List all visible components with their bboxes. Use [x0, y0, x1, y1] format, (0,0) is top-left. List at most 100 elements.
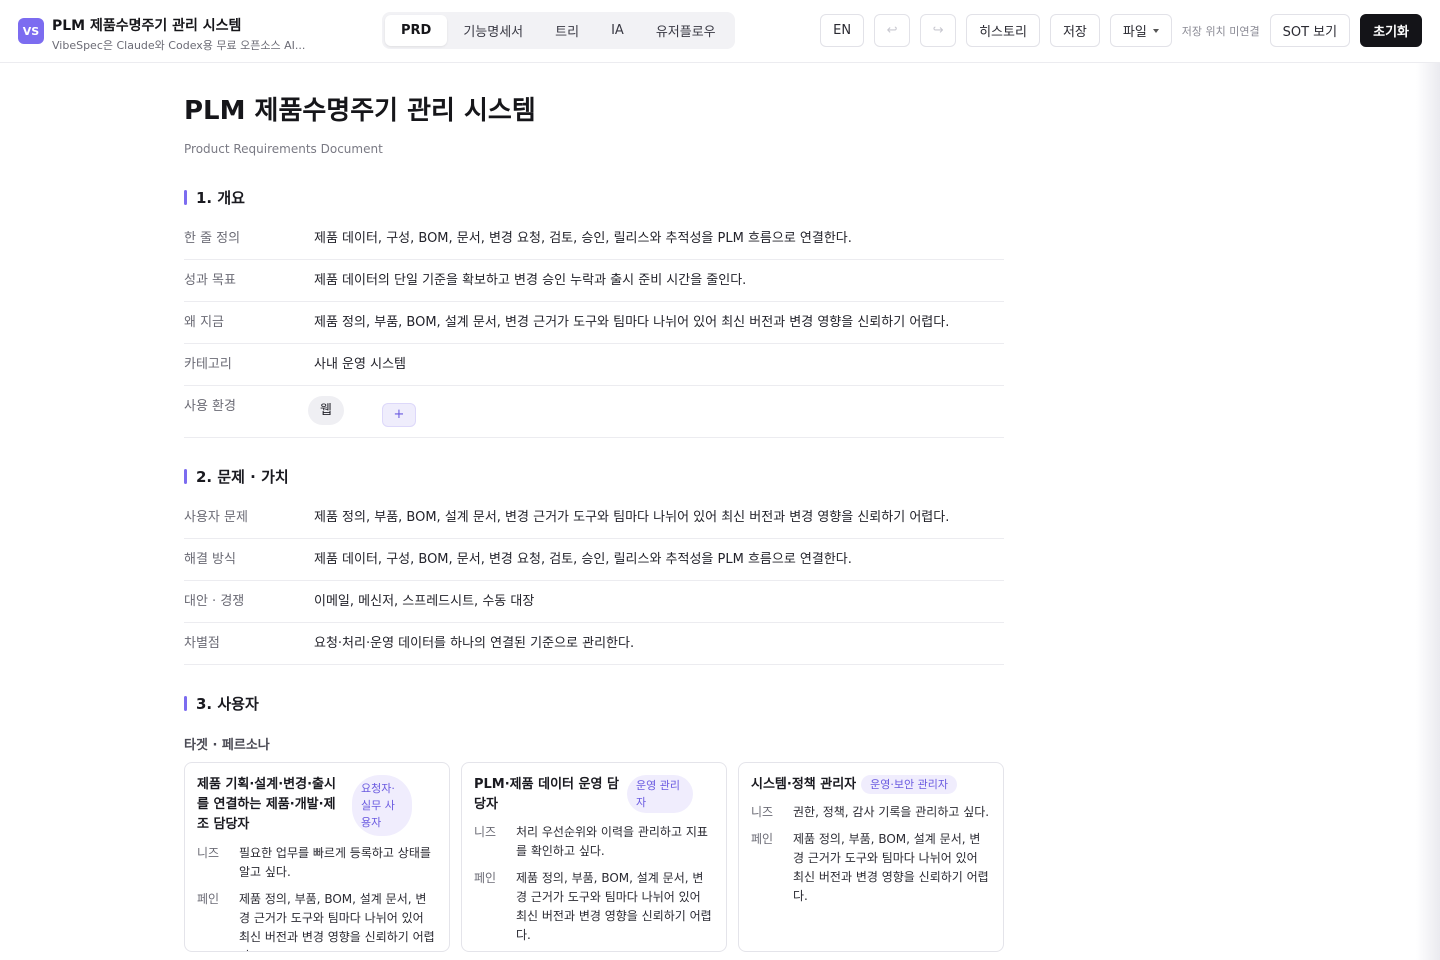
- top-bar: VS PLM 제품수명주기 관리 시스템 VibeSpec은 Claude와 C…: [0, 0, 1440, 63]
- header-actions: EN ↩ ↪ 히스토리 저장 파일 저장 위치 미연결 SOT 보기 초기화: [810, 14, 1422, 47]
- persona-pain: 페인 제품 정의, 부품, BOM, 설계 문서, 변경 근거가 도구와 팀마다…: [197, 890, 437, 951]
- document-title[interactable]: PLM 제품수명주기 관리 시스템: [184, 95, 1004, 127]
- environment-chip-web[interactable]: 웹: [308, 396, 344, 425]
- brand: VS PLM 제품수명주기 관리 시스템 VibeSpec은 Claude와 C…: [18, 17, 332, 54]
- field-label: 왜 지금: [184, 315, 225, 330]
- field-value[interactable]: 제품 데이터, 구성, BOM, 문서, 변경 요청, 검토, 승인, 릴리스와…: [314, 228, 1004, 249]
- persona-card[interactable]: 제품 기획·설계·변경·출시를 연결하는 제품·개발·제조 담당자 요청자·실무…: [184, 762, 450, 952]
- field-row-environment: 사용 환경 웹 +: [184, 386, 1004, 438]
- field-label: 카테고리: [184, 357, 232, 372]
- document-subtitle: Product Requirements Document: [184, 142, 383, 156]
- app-title: PLM 제품수명주기 관리 시스템: [52, 18, 242, 34]
- persona-title: 제품 기획·설계·변경·출시를 연결하는 제품·개발·제조 담당자: [197, 777, 336, 832]
- prd-document: PLM 제품수명주기 관리 시스템 Product Requirements D…: [184, 63, 1004, 952]
- needs-text: 권한, 정책, 감사 기록을 관리하고 싶다.: [793, 805, 990, 819]
- pain-text: 제품 정의, 부품, BOM, 설계 문서, 변경 근거가 도구와 팀마다 나뉘…: [793, 832, 989, 903]
- persona-role-badge: 운영·보안 관리자: [861, 775, 957, 794]
- section-accent-bar: [184, 190, 187, 205]
- needs-label: 니즈: [474, 825, 497, 839]
- persona-card-header: 제품 기획·설계·변경·출시를 연결하는 제품·개발·제조 담당자 요청자·실무…: [197, 775, 437, 836]
- file-menu-label: 파일: [1122, 25, 1147, 40]
- sot-view-button[interactable]: SOT 보기: [1269, 14, 1351, 47]
- section-title: 2. 문제 · 가치: [196, 468, 289, 486]
- overview-fields: 한 줄 정의 제품 데이터, 구성, BOM, 문서, 변경 요청, 검토, 승…: [184, 228, 1004, 438]
- persona-needs: 니즈 처리 우선순위와 이력을 관리하고 지표를 확인하고 싶다.: [474, 823, 714, 861]
- section-accent-bar: [184, 696, 187, 711]
- right-panel-edge: [1416, 63, 1440, 960]
- field-label: 사용자 문제: [184, 510, 248, 525]
- file-menu-button[interactable]: 파일: [1109, 14, 1172, 47]
- section-heading-overview: 1. 개요: [184, 187, 1004, 208]
- environment-chips: 웹 +: [308, 396, 1004, 427]
- redo-icon: ↪: [932, 23, 944, 38]
- field-label: 해결 방식: [184, 552, 236, 567]
- field-row: 대안 · 경쟁 이메일, 메신저, 스프레드시트, 수동 대장: [184, 581, 1004, 623]
- field-row: 사용자 문제 제품 정의, 부품, BOM, 설계 문서, 변경 근거가 도구와…: [184, 507, 1004, 539]
- pain-text: 제품 정의, 부품, BOM, 설계 문서, 변경 근거가 도구와 팀마다 나뉘…: [516, 871, 712, 942]
- tab-userflow[interactable]: 유저플로우: [640, 15, 732, 46]
- app-logo: VS: [18, 18, 44, 44]
- field-row: 한 줄 정의 제품 데이터, 구성, BOM, 문서, 변경 요청, 검토, 승…: [184, 228, 1004, 260]
- needs-label: 니즈: [197, 846, 220, 860]
- undo-button[interactable]: ↩: [874, 14, 911, 47]
- add-environment-button[interactable]: +: [381, 402, 416, 427]
- persona-pain: 페인 제품 정의, 부품, BOM, 설계 문서, 변경 근거가 도구와 팀마다…: [751, 830, 991, 906]
- needs-text: 필요한 업무를 빠르게 등록하고 상태를 알고 싶다.: [239, 846, 431, 879]
- persona-card[interactable]: 시스템·정책 관리자 운영·보안 관리자 니즈 권한, 정책, 감사 기록을 관…: [738, 762, 1004, 952]
- section-title: 3. 사용자: [196, 695, 259, 713]
- tab-prd[interactable]: PRD: [385, 15, 448, 46]
- section-title: 1. 개요: [196, 189, 245, 207]
- field-value[interactable]: 이메일, 메신저, 스프레드시트, 수동 대장: [314, 591, 1004, 612]
- pain-label: 페인: [197, 892, 220, 906]
- undo-icon: ↩: [886, 23, 898, 38]
- persona-subheading: 타겟 · 페르소나: [184, 738, 270, 753]
- section-heading-problem-value: 2. 문제 · 가치: [184, 466, 1004, 487]
- tab-feature-spec[interactable]: 기능명세서: [447, 15, 539, 46]
- field-row: 왜 지금 제품 정의, 부품, BOM, 설계 문서, 변경 근거가 도구와 팀…: [184, 302, 1004, 344]
- field-value[interactable]: 제품 데이터의 단일 기준을 확보하고 변경 승인 누락과 출시 준비 시간을 …: [314, 270, 1004, 291]
- tab-ia[interactable]: IA: [595, 15, 640, 46]
- redo-button[interactable]: ↪: [920, 14, 957, 47]
- field-label: 성과 목표: [184, 273, 236, 288]
- persona-role-badge: 운영 관리자: [627, 775, 693, 813]
- field-value[interactable]: 제품 정의, 부품, BOM, 설계 문서, 변경 근거가 도구와 팀마다 나뉘…: [314, 312, 1004, 333]
- section-accent-bar: [184, 469, 187, 484]
- caret-down-icon: [1152, 28, 1159, 33]
- field-row: 차별점 요청·처리·운영 데이터를 하나의 연결된 기준으로 관리한다.: [184, 623, 1004, 665]
- field-label: 대안 · 경쟁: [184, 594, 245, 609]
- app-subtitle: VibeSpec은 Claude와 Codex용 무료 오픈소스 AI...: [52, 39, 306, 52]
- field-value[interactable]: 요청·처리·운영 데이터를 하나의 연결된 기준으로 관리한다.: [314, 633, 1004, 654]
- problem-value-fields: 사용자 문제 제품 정의, 부품, BOM, 설계 문서, 변경 근거가 도구와…: [184, 507, 1004, 665]
- language-button[interactable]: EN: [820, 14, 865, 47]
- field-label: 한 줄 정의: [184, 231, 241, 246]
- field-value[interactable]: 제품 데이터, 구성, BOM, 문서, 변경 요청, 검토, 승인, 릴리스와…: [314, 549, 1004, 570]
- pain-text: 제품 정의, 부품, BOM, 설계 문서, 변경 근거가 도구와 팀마다 나뉘…: [239, 892, 435, 951]
- persona-needs: 니즈 권한, 정책, 감사 기록을 관리하고 싶다.: [751, 803, 991, 822]
- field-label: 사용 환경: [184, 399, 236, 414]
- history-button[interactable]: 히스토리: [966, 14, 1040, 47]
- section-heading-users: 3. 사용자: [184, 693, 1004, 714]
- persona-cards: 제품 기획·설계·변경·출시를 연결하는 제품·개발·제조 담당자 요청자·실무…: [184, 762, 1004, 952]
- save-location-status: 저장 위치 미연결: [1181, 24, 1260, 38]
- persona-title: PLM·제품 데이터 운영 담당자: [474, 777, 619, 812]
- field-value[interactable]: 사내 운영 시스템: [314, 354, 1004, 375]
- persona-title: 시스템·정책 관리자: [751, 777, 857, 792]
- needs-label: 니즈: [751, 805, 774, 819]
- field-value[interactable]: 제품 정의, 부품, BOM, 설계 문서, 변경 근거가 도구와 팀마다 나뉘…: [314, 507, 1004, 528]
- field-row: 성과 목표 제품 데이터의 단일 기준을 확보하고 변경 승인 누락과 출시 준…: [184, 260, 1004, 302]
- field-row: 카테고리 사내 운영 시스템: [184, 344, 1004, 386]
- tab-tree[interactable]: 트리: [539, 15, 595, 46]
- needs-text: 처리 우선순위와 이력을 관리하고 지표를 확인하고 싶다.: [516, 825, 708, 858]
- field-label: 차별점: [184, 636, 220, 651]
- persona-card[interactable]: PLM·제품 데이터 운영 담당자 운영 관리자 니즈 처리 우선순위와 이력을…: [461, 762, 727, 952]
- pain-label: 페인: [474, 871, 497, 885]
- save-button[interactable]: 저장: [1049, 14, 1100, 47]
- view-tabs: PRD 기능명세서 트리 IA 유저플로우: [382, 12, 735, 49]
- persona-card-header: 시스템·정책 관리자 운영·보안 관리자: [751, 775, 991, 795]
- reset-button[interactable]: 초기화: [1360, 14, 1422, 47]
- pain-label: 페인: [751, 832, 774, 846]
- persona-card-header: PLM·제품 데이터 운영 담당자 운영 관리자: [474, 775, 714, 815]
- persona-needs: 니즈 필요한 업무를 빠르게 등록하고 상태를 알고 싶다.: [197, 844, 437, 882]
- persona-role-badge: 요청자·실무 사용자: [352, 775, 412, 836]
- persona-pain: 페인 제품 정의, 부품, BOM, 설계 문서, 변경 근거가 도구와 팀마다…: [474, 869, 714, 945]
